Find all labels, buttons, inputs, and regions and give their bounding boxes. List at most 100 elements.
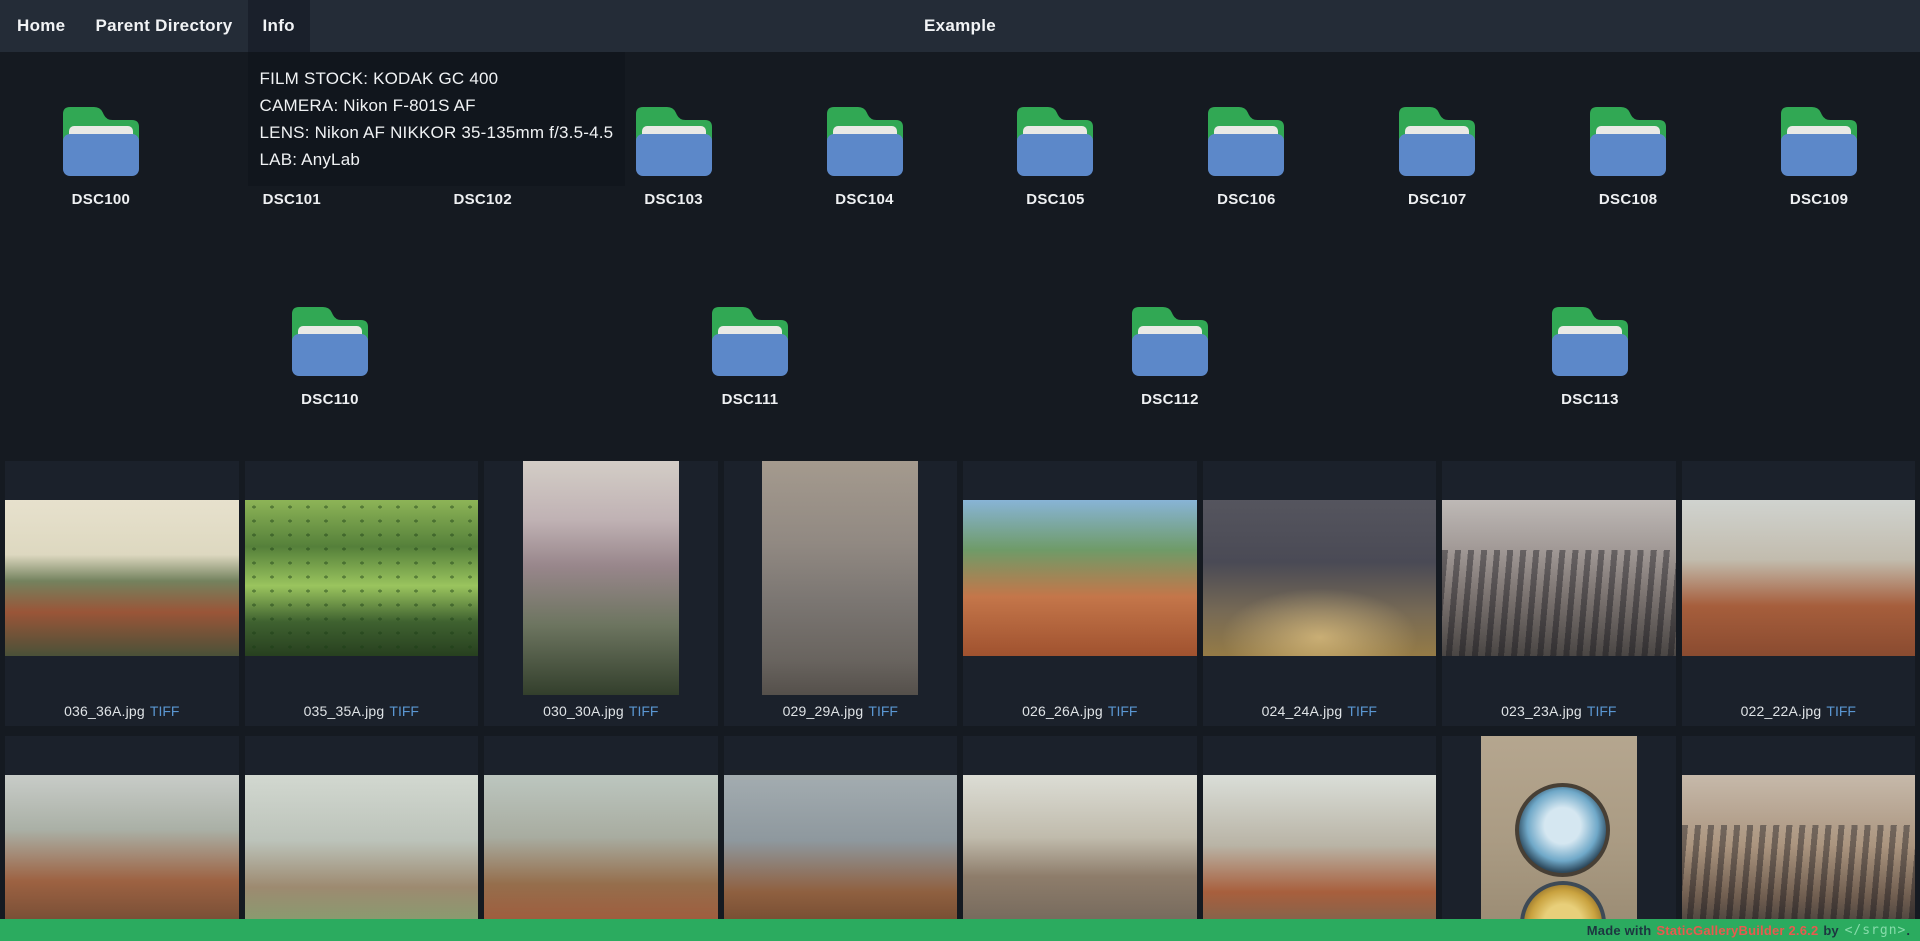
thumbnail-area (245, 461, 479, 695)
thumbnail-area (1442, 736, 1676, 941)
folder-label: DSC103 (584, 190, 764, 209)
photo-caption: 030_30A.jpg TIFF (484, 695, 718, 726)
footer-made-with-text: Made with (1587, 923, 1652, 938)
folder-item[interactable]: DSC112 (1080, 298, 1260, 409)
tiff-link[interactable]: TIFF (1587, 703, 1617, 719)
photo-caption: 022_22A.jpg TIFF (1682, 695, 1916, 726)
tiff-link[interactable]: TIFF (629, 703, 659, 719)
folder-icon (1584, 98, 1672, 178)
photo-thumbnail[interactable] (1682, 500, 1916, 656)
info-link[interactable]: Info (248, 0, 310, 52)
folder-label: DSC101 (202, 190, 382, 209)
folder-item[interactable]: DSC109 (1729, 98, 1909, 209)
photo-filename: 024_24A.jpg (1262, 703, 1343, 719)
thumbnail-area (1442, 461, 1676, 695)
thumbnail-area (724, 461, 958, 695)
folder-icon (1011, 98, 1099, 178)
photo-thumbnail[interactable] (1442, 500, 1676, 656)
folder-label: DSC107 (1347, 190, 1527, 209)
thumbnail-area (5, 461, 239, 695)
photo-filename: 023_23A.jpg (1501, 703, 1582, 719)
photo-filename: 030_30A.jpg (543, 703, 624, 719)
photo-caption: 024_24A.jpg TIFF (1203, 695, 1437, 726)
photo-thumbnail[interactable] (484, 775, 718, 931)
folder-label: DSC104 (775, 190, 955, 209)
folder-icon (57, 98, 145, 178)
folder-item[interactable]: DSC104 (775, 98, 955, 209)
photo-thumbnail[interactable] (724, 775, 958, 931)
folder-icon (1546, 298, 1634, 378)
folder-label: DSC110 (240, 390, 420, 409)
photo-tile (724, 736, 958, 941)
photo-thumbnail[interactable] (5, 775, 239, 931)
folder-item[interactable]: DSC110 (240, 298, 420, 409)
nav-item-home: Home (2, 0, 80, 52)
photo-thumbnail[interactable] (1682, 775, 1916, 931)
thumbnail-area (724, 736, 958, 941)
nav-item-parent-directory: Parent Directory (80, 0, 247, 52)
folder-label: DSC106 (1156, 190, 1336, 209)
photo-thumbnail[interactable] (1203, 500, 1437, 656)
photo-tile: 022_22A.jpg TIFF (1682, 461, 1916, 726)
folder-icon (286, 298, 374, 378)
folder-item[interactable]: DSC108 (1538, 98, 1718, 209)
parent-directory-link[interactable]: Parent Directory (80, 0, 247, 52)
photo-thumbnail[interactable] (1481, 736, 1637, 941)
folder-item[interactable]: DSC107 (1347, 98, 1527, 209)
photo-tile (1682, 736, 1916, 941)
photo-tile (963, 736, 1197, 941)
footer-by-text: by (1823, 923, 1838, 938)
folder-label: DSC100 (11, 190, 191, 209)
builder-logo: </srgn> (1845, 923, 1907, 938)
folder-item[interactable]: DSC111 (660, 298, 840, 409)
folder-icon (821, 98, 909, 178)
photo-caption: 023_23A.jpg TIFF (1442, 695, 1676, 726)
photo-tile: 024_24A.jpg TIFF (1203, 461, 1437, 726)
photo-thumbnail[interactable] (963, 500, 1197, 656)
tiff-link[interactable]: TIFF (150, 703, 180, 719)
tiff-link[interactable]: TIFF (868, 703, 898, 719)
photo-thumbnail[interactable] (762, 461, 918, 695)
info-tooltip: FILM STOCK: KODAK GC 400 CAMERA: Nikon F… (248, 52, 626, 186)
photo-grid: 036_36A.jpg TIFF 035_35A.jpg TIFF 030_30… (0, 461, 1920, 941)
thumbnail-area (1203, 461, 1437, 695)
thumbnail-area (963, 461, 1197, 695)
folder-item[interactable]: DSC106 (1156, 98, 1336, 209)
folder-icon (1393, 98, 1481, 178)
photo-tile: 030_30A.jpg TIFF (484, 461, 718, 726)
footer-period: . (1906, 923, 1910, 938)
thumbnail-area (484, 736, 718, 941)
home-link[interactable]: Home (2, 0, 80, 52)
folder-item[interactable]: DSC113 (1500, 298, 1680, 409)
photo-thumbnail[interactable] (245, 775, 479, 931)
tiff-link[interactable]: TIFF (1108, 703, 1138, 719)
page-title: Example (924, 0, 996, 52)
thumbnail-area (484, 461, 718, 695)
folder-item[interactable]: DSC100 (11, 98, 191, 209)
photo-caption: 036_36A.jpg TIFF (5, 695, 239, 726)
photo-caption: 035_35A.jpg TIFF (245, 695, 479, 726)
folder-icon (1202, 98, 1290, 178)
folder-label: DSC112 (1080, 390, 1260, 409)
photo-tile: 036_36A.jpg TIFF (5, 461, 239, 726)
folder-icon (706, 298, 794, 378)
photo-thumbnail[interactable] (245, 500, 479, 656)
photo-tile: 023_23A.jpg TIFF (1442, 461, 1676, 726)
photo-thumbnail[interactable] (523, 461, 679, 695)
thumbnail-area (245, 736, 479, 941)
tooltip-film-stock: FILM STOCK: KODAK GC 400 (260, 65, 614, 92)
photo-thumbnail[interactable] (1203, 775, 1437, 931)
tiff-link[interactable]: TIFF (389, 703, 419, 719)
folder-item[interactable]: DSC105 (965, 98, 1145, 209)
builder-link[interactable]: StaticGalleryBuilder 2.6.2 (1656, 923, 1818, 938)
photo-thumbnail[interactable] (963, 775, 1197, 931)
tooltip-camera: CAMERA: Nikon F-801S AF (260, 92, 614, 119)
tiff-link[interactable]: TIFF (1826, 703, 1856, 719)
nav-item-info: Info FILM STOCK: KODAK GC 400 CAMERA: Ni… (248, 0, 310, 52)
thumbnail-area (1682, 736, 1916, 941)
photo-thumbnail[interactable] (5, 500, 239, 656)
tiff-link[interactable]: TIFF (1347, 703, 1377, 719)
folder-label: DSC105 (965, 190, 1145, 209)
top-navbar: Home Parent Directory Info FILM STOCK: K… (0, 0, 1920, 52)
thumbnail-area (1682, 461, 1916, 695)
